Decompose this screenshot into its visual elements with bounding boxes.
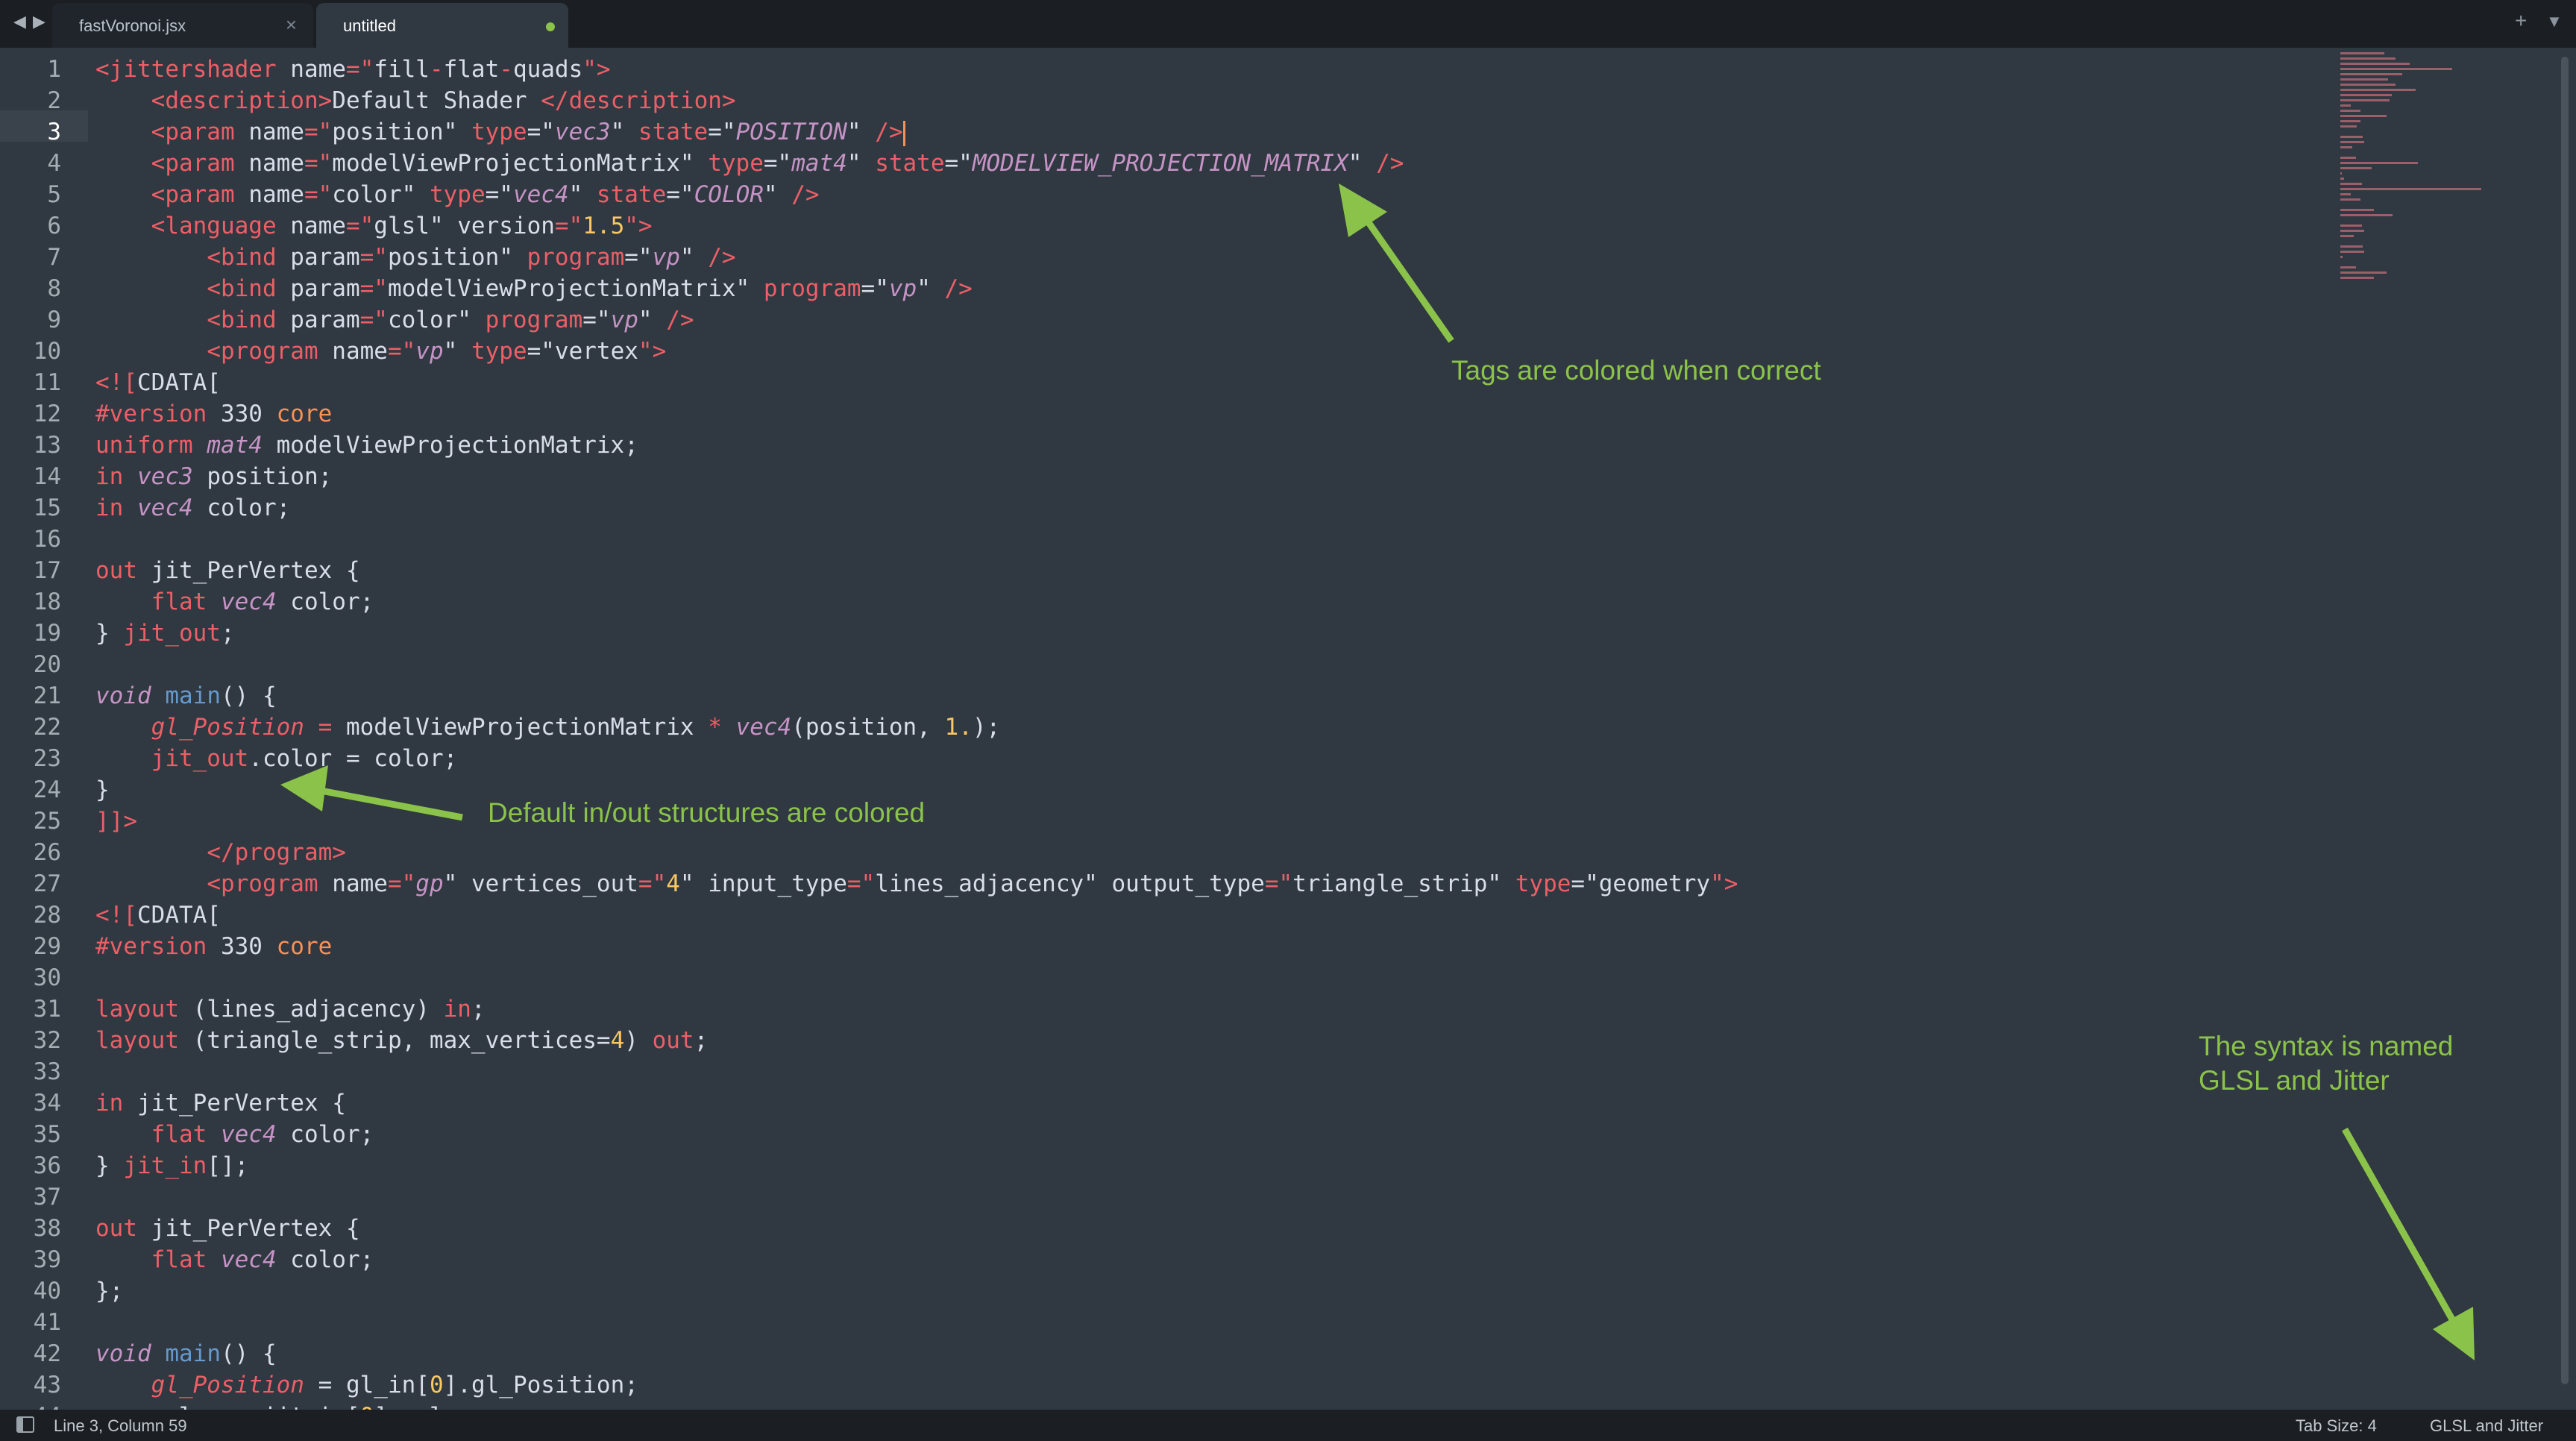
arrow-to-syntax — [2342, 1127, 2458, 1327]
tab-untitled[interactable]: untitled — [316, 3, 568, 48]
arrowhead-structures — [280, 765, 328, 811]
tab-label: fastVoronoi.jsx — [79, 16, 186, 35]
cursor-position[interactable]: Line 3, Column 59 — [54, 1416, 187, 1436]
status-bar: Line 3, Column 59 Tab Size: 4 GLSL and J… — [0, 1410, 2576, 1441]
modified-dot-icon[interactable] — [546, 22, 555, 31]
tab-list-chevron-icon[interactable]: ▼ — [2546, 12, 2563, 31]
nav-right-arrow-icon[interactable]: ▶ — [33, 12, 45, 31]
arrow-to-structures — [320, 787, 463, 821]
tab-fastvoronoi[interactable]: fastVoronoi.jsx × — [52, 3, 313, 48]
tab-label: untitled — [343, 16, 396, 35]
nav-left-arrow-icon[interactable]: ◀ — [13, 12, 26, 31]
tab-size-selector[interactable]: Tab Size: 4 — [2296, 1416, 2377, 1436]
panel-toggle-icon[interactable] — [16, 1416, 34, 1433]
arrow-to-tags — [1363, 217, 1454, 343]
tab-close-icon[interactable]: × — [286, 13, 297, 37]
annotation-arrows — [280, 183, 2475, 1360]
arrowhead-tags — [1339, 183, 1387, 237]
syntax-selector[interactable]: GLSL and Jitter — [2430, 1416, 2543, 1436]
new-tab-plus-icon[interactable]: + — [2515, 9, 2527, 33]
tab-bar: ◀ ▶ fastVoronoi.jsx × untitled + ▼ — [0, 0, 2576, 48]
code-editor[interactable]: 1 2 3 4 5 6 7 8 9 10 11 12 13 14 15 16 17 18 19 20 21 22 23 24 2… — [0, 48, 2576, 1410]
arrowhead-syntax — [2433, 1307, 2475, 1360]
